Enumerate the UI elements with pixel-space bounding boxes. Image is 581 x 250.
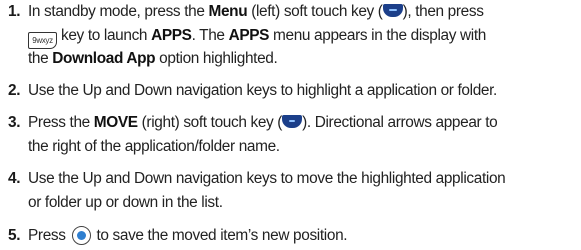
right-soft-key-icon (282, 115, 303, 128)
menu-key-label: Menu (208, 3, 248, 20)
step-text: or folder up or down in the list. (28, 193, 223, 211)
step-text: Press the (28, 114, 94, 131)
step-text: In standby mode, press the (28, 3, 209, 20)
step-text: option highlighted. (155, 50, 278, 67)
step-number: 3. (8, 114, 21, 131)
move-key-label: MOVE (93, 114, 138, 131)
instruction-list: 1. In standby mode, press the Menu (left… (0, 0, 581, 250)
step-line: Press the MOVE (right) soft touch key ()… (28, 111, 498, 135)
step-text: the (28, 50, 53, 67)
step-line: Press to save the moved item’s new posit… (28, 224, 348, 248)
step-line: 9wxyz key to launch APPS. The APPS menu a… (28, 24, 486, 49)
step-line: In standby mode, press the Menu (left) s… (28, 0, 484, 24)
apps-label: APPS (228, 26, 270, 44)
step-line: Use the Up and Down navigation keys to h… (28, 79, 497, 103)
step-text: . The (191, 26, 229, 44)
step-text: menu appears in the display with (269, 26, 486, 44)
left-soft-key-icon (382, 4, 403, 17)
step-text: to save the moved item’s new position. (92, 227, 348, 244)
step-number: 1. (8, 3, 21, 20)
step-text: ). Directional arrows appear to (302, 114, 498, 131)
step-text: key to launch (61, 26, 152, 44)
nine-wxyz-key-icon: 9wxyz (28, 31, 57, 49)
step-line: or folder up or down in the list. (28, 191, 223, 215)
step-text: Use the Up and Down navigation keys to m… (28, 170, 506, 187)
step-line: the right of the application/folder name… (28, 135, 280, 159)
step-text: (left) soft touch key ( (247, 3, 383, 20)
step-line: the Download App option highlighted. (28, 47, 278, 71)
step-number: 5. (8, 227, 21, 244)
ok-key-icon (71, 226, 91, 245)
step-text: ), then press (402, 3, 484, 20)
download-app-label: Download App (52, 50, 156, 67)
step-number: 4. (8, 170, 21, 187)
step-text: the right of the application/folder name… (28, 137, 280, 155)
step-line: Use the Up and Down navigation keys to m… (28, 167, 506, 191)
step-number: 2. (8, 82, 21, 99)
step-text: Press (28, 227, 70, 244)
step-text: Use the Up and Down navigation keys to h… (28, 82, 497, 99)
step-text: (right) soft touch key ( (137, 114, 283, 131)
apps-label: APPS (151, 26, 192, 44)
